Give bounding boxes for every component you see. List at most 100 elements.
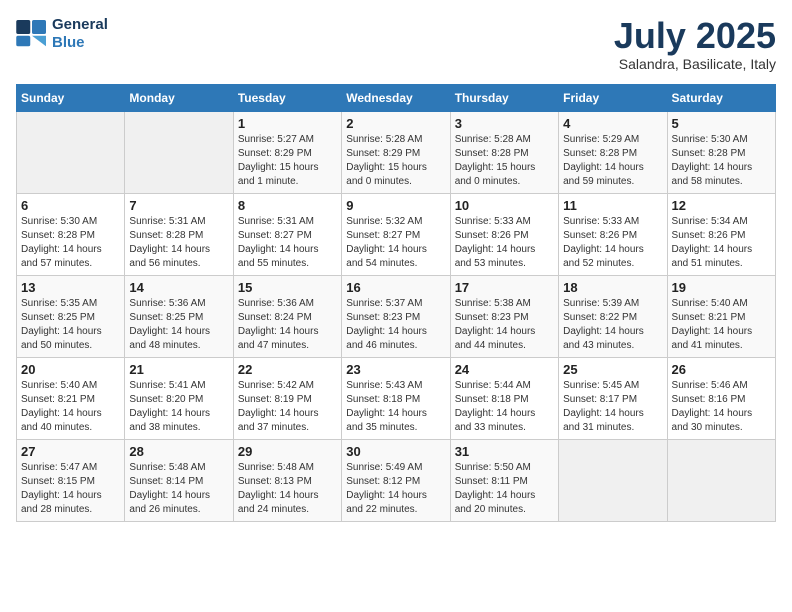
calendar-cell: 23Sunrise: 5:43 AMSunset: 8:18 PMDayligh…	[342, 357, 450, 439]
calendar-table: SundayMondayTuesdayWednesdayThursdayFrid…	[16, 84, 776, 522]
daylight-text: Daylight: 14 hours and 28 minutes.	[21, 489, 120, 517]
calendar-cell: 7Sunrise: 5:31 AMSunset: 8:28 PMDaylight…	[125, 193, 233, 275]
calendar-cell	[125, 111, 233, 193]
sunrise-text: Sunrise: 5:28 AM	[346, 133, 445, 147]
day-info: Sunrise: 5:27 AMSunset: 8:29 PMDaylight:…	[238, 133, 337, 189]
day-number: 19	[672, 280, 771, 295]
sunset-text: Sunset: 8:28 PM	[672, 147, 771, 161]
sunrise-text: Sunrise: 5:44 AM	[455, 379, 554, 393]
sunset-text: Sunset: 8:21 PM	[21, 393, 120, 407]
calendar-cell: 3Sunrise: 5:28 AMSunset: 8:28 PMDaylight…	[450, 111, 558, 193]
location-subtitle: Salandra, Basilicate, Italy	[614, 56, 776, 72]
sunset-text: Sunset: 8:19 PM	[238, 393, 337, 407]
sunrise-text: Sunrise: 5:29 AM	[563, 133, 662, 147]
calendar-cell: 26 Sunrise: 5:46 AMSunset: 8:16 PMDayligh…	[667, 357, 775, 439]
calendar-cell: 4 Sunrise: 5:29 AMSunset: 8:28 PMDaylight…	[559, 111, 667, 193]
day-info: Sunrise: 5:36 AMSunset: 8:25 PMDaylight:…	[129, 297, 228, 353]
day-info: Sunrise: 5:36 AMSunset: 8:24 PMDaylight:…	[238, 297, 337, 353]
day-number: 4	[563, 116, 662, 131]
sunset-text: Sunset: 8:26 PM	[563, 229, 662, 243]
daylight-text: Daylight: 15 hours and 0 minutes.	[455, 161, 554, 189]
calendar-cell: 10Sunrise: 5:33 AMSunset: 8:26 PMDayligh…	[450, 193, 558, 275]
day-number: 15	[238, 280, 337, 295]
day-info: Sunrise: 5:33 AMSunset: 8:26 PMDaylight:…	[563, 215, 662, 271]
calendar-cell	[667, 439, 775, 521]
day-info: Sunrise: 5:38 AMSunset: 8:23 PMDaylight:…	[455, 297, 554, 353]
sunset-text: Sunset: 8:13 PM	[238, 475, 337, 489]
day-number: 10	[455, 198, 554, 213]
daylight-text: Daylight: 14 hours and 40 minutes.	[21, 407, 120, 435]
daylight-text: Daylight: 14 hours and 30 minutes.	[672, 407, 771, 435]
daylight-text: Daylight: 14 hours and 43 minutes.	[563, 325, 662, 353]
sunset-text: Sunset: 8:26 PM	[672, 229, 771, 243]
header-monday: Monday	[125, 84, 233, 111]
calendar-cell: 21 Sunrise: 5:41 AMSunset: 8:20 PMDayligh…	[125, 357, 233, 439]
calendar-cell: 24Sunrise: 5:44 AMSunset: 8:18 PMDayligh…	[450, 357, 558, 439]
day-info: Sunrise: 5:39 AMSunset: 8:22 PMDaylight:…	[563, 297, 662, 353]
daylight-text: Daylight: 14 hours and 20 minutes.	[455, 489, 554, 517]
calendar-cell: 6Sunrise: 5:30 AMSunset: 8:28 PMDaylight…	[17, 193, 125, 275]
day-info: Sunrise: 5:49 AMSunset: 8:12 PMDaylight:…	[346, 461, 445, 517]
day-info: Sunrise: 5:35 AMSunset: 8:25 PMDaylight:…	[21, 297, 120, 353]
day-info: Sunrise: 5:41 AMSunset: 8:20 PMDaylight:…	[129, 379, 228, 435]
header-wednesday: Wednesday	[342, 84, 450, 111]
day-number: 26	[672, 362, 771, 377]
sunset-text: Sunset: 8:28 PM	[563, 147, 662, 161]
daylight-text: Daylight: 14 hours and 37 minutes.	[238, 407, 337, 435]
day-number: 16	[346, 280, 445, 295]
sunrise-text: Sunrise: 5:41 AM	[129, 379, 228, 393]
calendar-week-2: 6Sunrise: 5:30 AMSunset: 8:28 PMDaylight…	[17, 193, 776, 275]
day-number: 28	[129, 444, 228, 459]
sunset-text: Sunset: 8:12 PM	[346, 475, 445, 489]
day-number: 21	[129, 362, 228, 377]
day-number: 20	[21, 362, 120, 377]
day-info: Sunrise: 5:29 AMSunset: 8:28 PMDaylight:…	[563, 133, 662, 189]
sunrise-text: Sunrise: 5:39 AM	[563, 297, 662, 311]
header-friday: Friday	[559, 84, 667, 111]
day-info: Sunrise: 5:48 AMSunset: 8:13 PMDaylight:…	[238, 461, 337, 517]
sunrise-text: Sunrise: 5:30 AM	[21, 215, 120, 229]
sunset-text: Sunset: 8:16 PM	[672, 393, 771, 407]
calendar-cell: 27 Sunrise: 5:47 AMSunset: 8:15 PMDayligh…	[17, 439, 125, 521]
sunset-text: Sunset: 8:29 PM	[238, 147, 337, 161]
daylight-text: Daylight: 14 hours and 50 minutes.	[21, 325, 120, 353]
sunset-text: Sunset: 8:28 PM	[455, 147, 554, 161]
daylight-text: Daylight: 14 hours and 47 minutes.	[238, 325, 337, 353]
sunrise-text: Sunrise: 5:36 AM	[238, 297, 337, 311]
sunrise-text: Sunrise: 5:40 AM	[672, 297, 771, 311]
day-info: Sunrise: 5:40 AMSunset: 8:21 PMDaylight:…	[21, 379, 120, 435]
sunrise-text: Sunrise: 5:27 AM	[238, 133, 337, 147]
daylight-text: Daylight: 14 hours and 44 minutes.	[455, 325, 554, 353]
logo-icon	[16, 20, 48, 48]
sunrise-text: Sunrise: 5:28 AM	[455, 133, 554, 147]
daylight-text: Daylight: 14 hours and 48 minutes.	[129, 325, 228, 353]
daylight-text: Daylight: 14 hours and 31 minutes.	[563, 407, 662, 435]
day-info: Sunrise: 5:28 AMSunset: 8:28 PMDaylight:…	[455, 133, 554, 189]
day-info: Sunrise: 5:47 AMSunset: 8:15 PMDaylight:…	[21, 461, 120, 517]
header-row: SundayMondayTuesdayWednesdayThursdayFrid…	[17, 84, 776, 111]
day-number: 25	[563, 362, 662, 377]
calendar-cell: 28 Sunrise: 5:48 AMSunset: 8:14 PMDayligh…	[125, 439, 233, 521]
calendar-cell: 20 Sunrise: 5:40 AMSunset: 8:21 PMDayligh…	[17, 357, 125, 439]
calendar-cell: 8Sunrise: 5:31 AMSunset: 8:27 PMDaylight…	[233, 193, 341, 275]
day-info: Sunrise: 5:31 AMSunset: 8:28 PMDaylight:…	[129, 215, 228, 271]
day-number: 2	[346, 116, 445, 131]
month-title: July 2025	[614, 16, 776, 56]
sunset-text: Sunset: 8:14 PM	[129, 475, 228, 489]
day-info: Sunrise: 5:46 AMSunset: 8:16 PMDaylight:…	[672, 379, 771, 435]
day-info: Sunrise: 5:31 AMSunset: 8:27 PMDaylight:…	[238, 215, 337, 271]
day-number: 5	[672, 116, 771, 131]
daylight-text: Daylight: 14 hours and 24 minutes.	[238, 489, 337, 517]
daylight-text: Daylight: 15 hours and 1 minute.	[238, 161, 337, 189]
day-info: Sunrise: 5:40 AMSunset: 8:21 PMDaylight:…	[672, 297, 771, 353]
calendar-cell: 15 Sunrise: 5:36 AMSunset: 8:24 PMDayligh…	[233, 275, 341, 357]
daylight-text: Daylight: 14 hours and 54 minutes.	[346, 243, 445, 271]
day-number: 27	[21, 444, 120, 459]
sunrise-text: Sunrise: 5:45 AM	[563, 379, 662, 393]
sunset-text: Sunset: 8:29 PM	[346, 147, 445, 161]
day-info: Sunrise: 5:48 AMSunset: 8:14 PMDaylight:…	[129, 461, 228, 517]
sunrise-text: Sunrise: 5:46 AM	[672, 379, 771, 393]
calendar-cell: 18Sunrise: 5:39 AMSunset: 8:22 PMDayligh…	[559, 275, 667, 357]
day-number: 23	[346, 362, 445, 377]
page-header: General Blue July 2025 Salandra, Basilic…	[16, 16, 776, 72]
